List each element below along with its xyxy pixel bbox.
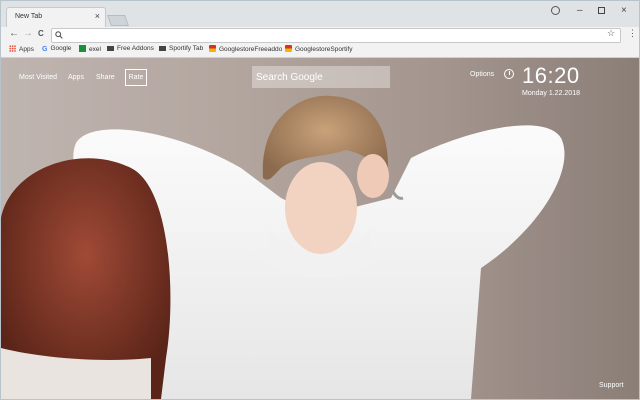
new-tab-button[interactable] [106,15,130,26]
reload-icon[interactable]: C [38,29,44,38]
bookmark-sportify-tab[interactable]: Sportify Tab [159,45,203,52]
share-link[interactable]: Share [96,74,115,81]
menu-dots-icon[interactable]: ⋮ [628,28,637,39]
store-bag-icon [209,45,216,52]
forward-arrow-icon[interactable]: → [23,28,33,39]
bookmark-apps[interactable]: Apps [9,45,34,53]
tab-close-icon[interactable]: × [95,11,100,21]
title-bar: New Tab × – × [1,1,639,27]
search-icon [55,31,63,39]
addon-box-icon [107,46,114,51]
profile-icon[interactable] [551,6,560,15]
minimize-button[interactable]: – [577,5,583,16]
clock-date: Monday 1.22.2018 [522,90,580,97]
browser-window: New Tab × – × ← → C ☆ ⋮ Apps G Google exe… [0,0,640,400]
bookmark-star-icon[interactable]: ☆ [607,28,615,39]
sheets-icon [79,45,86,52]
bookmarks-bar: Apps G Google exel Free Addons Sportify T… [1,43,639,58]
search-input[interactable] [252,66,390,88]
support-link[interactable]: Support [599,382,624,389]
apps-link[interactable]: Apps [68,74,84,81]
google-g-icon: G [42,46,48,53]
clock-time: 16:20 [522,63,580,88]
bookmark-free-addons[interactable]: Free Addons [107,45,154,52]
address-bar[interactable] [51,28,621,43]
clock-icon[interactable] [504,69,514,79]
options-link[interactable]: Options [470,71,494,78]
bookmark-googlestore-sportify[interactable]: GooglestoreSportify [285,45,352,53]
new-tab-page: Most Visited Apps Share Rate Options 16:… [1,58,639,399]
background-photo [1,58,639,399]
bookmark-google[interactable]: G Google [42,45,71,53]
addon-box-icon [159,46,166,51]
most-visited-link[interactable]: Most Visited [19,74,57,81]
maximize-button[interactable] [598,7,605,14]
tab-new-tab[interactable]: New Tab × [6,7,106,27]
browser-toolbar: ← → C ☆ ⋮ [1,27,639,43]
bookmark-googlestore-freeaddo[interactable]: GooglestoreFreeaddo [209,45,282,53]
tab-title: New Tab [15,13,43,20]
apps-grid-icon [9,45,16,52]
store-bag-icon [285,45,292,52]
close-window-button[interactable]: × [621,5,627,16]
back-arrow-icon[interactable]: ← [9,28,19,39]
rate-button[interactable]: Rate [125,69,147,86]
bookmark-exel[interactable]: exel [79,45,101,53]
